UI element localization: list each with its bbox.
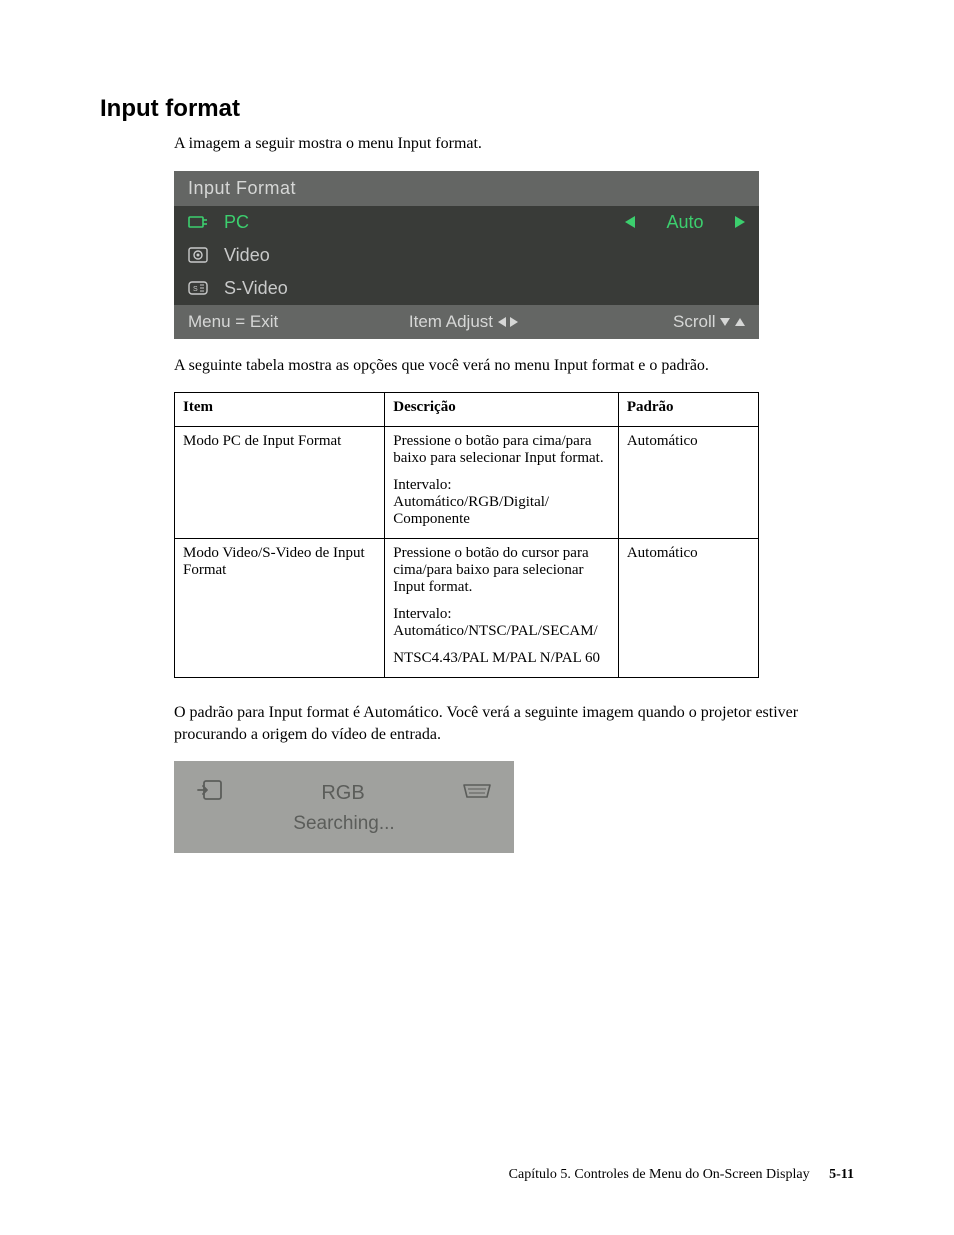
svideo-icon: S: [188, 280, 214, 296]
after-table-paragraph: O padrão para Input format é Automático.…: [174, 702, 854, 745]
table-cell-item: Modo PC de Input Format: [175, 427, 385, 539]
table-cell-desc: Pressione o botão do cursor para cima/pa…: [385, 539, 619, 678]
osd-title: Input Format: [174, 171, 759, 206]
options-table: Item Descrição Padrão Modo PC de Input F…: [174, 392, 759, 678]
table-row: Modo PC de Input Format Pressione o botã…: [175, 427, 759, 539]
osd-row-pc: PC Auto: [174, 206, 759, 239]
osd-menu-figure: Input Format PC Auto Video S S-Video: [174, 171, 759, 339]
osd-search-mode: RGB: [321, 782, 364, 805]
page-footer: Capítulo 5. Controles de Menu do On-Scre…: [509, 1167, 854, 1183]
arrow-right-icon: [735, 216, 745, 228]
section-heading: Input format: [100, 95, 854, 123]
keyboard-icon: [462, 782, 492, 805]
input-source-icon: [196, 779, 224, 807]
arrow-left-icon: [625, 216, 635, 228]
osd-row-video: Video: [174, 239, 759, 272]
osd-footer-mid: Item Adjust: [372, 312, 556, 332]
footer-page-number: 5-11: [829, 1167, 854, 1182]
triangle-up-icon: [735, 318, 745, 326]
osd-footer-right: Scroll: [556, 312, 745, 332]
table-row: Modo Video/S-Video de Input Format Press…: [175, 539, 759, 678]
table-cell-desc: Pressione o botão para cima/para baixo p…: [385, 427, 619, 539]
table-cell-default: Automático: [618, 427, 758, 539]
table-intro-paragraph: A seguinte tabela mostra as opções que v…: [174, 355, 854, 377]
intro-paragraph: A imagem a seguir mostra o menu Input fo…: [174, 133, 854, 155]
osd-row-label: PC: [224, 212, 249, 233]
osd-search-figure: RGB Searching...: [174, 761, 514, 853]
osd-row-label: Video: [224, 245, 270, 266]
pc-icon: [188, 215, 214, 229]
osd-row-value: Auto: [645, 212, 725, 233]
footer-chapter: Capítulo 5. Controles de Menu do On-Scre…: [509, 1167, 810, 1182]
table-header-desc: Descrição: [385, 393, 619, 427]
triangle-left-icon: [498, 317, 506, 327]
table-header-item: Item: [175, 393, 385, 427]
osd-row-svideo: S S-Video: [174, 272, 759, 305]
osd-search-status: Searching...: [293, 813, 394, 835]
osd-footer-left: Menu = Exit: [188, 312, 372, 332]
table-cell-item: Modo Video/S-Video de Input Format: [175, 539, 385, 678]
video-icon: [188, 247, 214, 263]
triangle-down-icon: [720, 318, 730, 326]
table-header-default: Padrão: [618, 393, 758, 427]
osd-footer: Menu = Exit Item Adjust Scroll: [174, 305, 759, 339]
osd-row-label: S-Video: [224, 278, 288, 299]
svg-text:S: S: [193, 286, 198, 293]
triangle-right-icon: [510, 317, 518, 327]
table-cell-default: Automático: [618, 539, 758, 678]
